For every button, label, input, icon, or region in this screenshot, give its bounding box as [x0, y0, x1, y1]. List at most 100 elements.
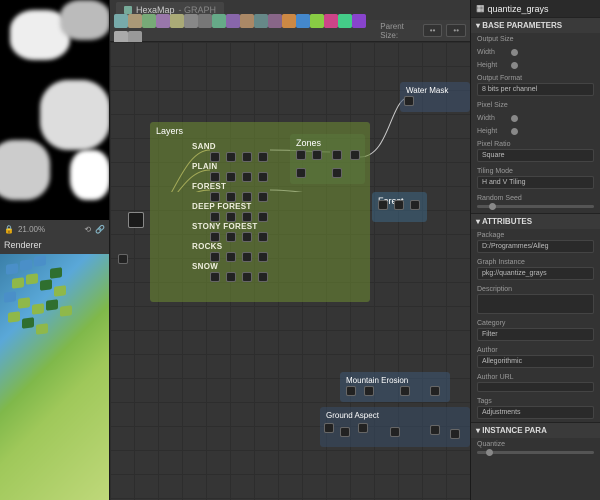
parent-size-y[interactable]: •• — [446, 24, 466, 37]
graph-node[interactable] — [430, 386, 440, 396]
graph-node[interactable] — [210, 172, 220, 182]
frame-water[interactable]: Water Mask — [400, 82, 470, 112]
graph-node[interactable] — [358, 423, 368, 433]
graph-node[interactable] — [242, 172, 252, 182]
graph-canvas[interactable]: Layers Zones Forest Water Mask Hight Der… — [110, 42, 470, 500]
graph-node[interactable] — [258, 212, 268, 222]
lock-icon[interactable]: 🔒 — [4, 225, 14, 234]
description-input[interactable] — [477, 294, 594, 314]
render-hex — [8, 311, 20, 323]
graph-node[interactable] — [258, 232, 268, 242]
author-value[interactable]: Allegorithmic — [477, 355, 594, 368]
tool-button-5[interactable] — [184, 14, 198, 28]
graph-node[interactable] — [332, 150, 342, 160]
graph-node[interactable] — [210, 152, 220, 162]
tool-button-8[interactable] — [226, 14, 240, 28]
hexmap-noise — [0, 0, 109, 220]
graph-node[interactable] — [242, 272, 252, 282]
graph-node[interactable] — [210, 272, 220, 282]
tool-button-11[interactable] — [268, 14, 282, 28]
tool-button-10[interactable] — [254, 14, 268, 28]
parent-size-x[interactable]: •• — [423, 24, 443, 37]
author-url-input[interactable] — [477, 382, 594, 392]
tool-button-17[interactable] — [352, 14, 366, 28]
graph-node[interactable] — [226, 272, 236, 282]
tool-button-12[interactable] — [282, 14, 296, 28]
section-base[interactable]: ▾ BASE PARAMETERS — [471, 17, 600, 33]
graph-node[interactable] — [226, 172, 236, 182]
prop-pixel-height: Height — [471, 125, 600, 138]
graph-node[interactable] — [364, 386, 374, 396]
graph-node[interactable] — [340, 427, 350, 437]
graph-node[interactable] — [242, 252, 252, 262]
tool-button-6[interactable] — [198, 14, 212, 28]
tool-button-7[interactable] — [212, 14, 226, 28]
graph-node[interactable] — [450, 429, 460, 439]
tool-button-15[interactable] — [324, 14, 338, 28]
frame-ground[interactable]: Ground Aspect — [320, 407, 470, 447]
frame-mountain[interactable]: Mountain Erosion — [340, 372, 450, 402]
graph-node[interactable] — [242, 152, 252, 162]
preview-2d[interactable] — [0, 0, 109, 220]
graph-node[interactable] — [210, 252, 220, 262]
graph-node[interactable] — [226, 232, 236, 242]
graph-node[interactable] — [258, 252, 268, 262]
reset-icon[interactable]: ⟲ — [84, 225, 91, 234]
app-root: 🔒 21.00% ⟲ 🔗 Renderer — [0, 0, 600, 500]
graph-node[interactable] — [296, 168, 306, 178]
tool-button-9[interactable] — [240, 14, 254, 28]
graph-node[interactable] — [226, 252, 236, 262]
graph-node[interactable] — [296, 150, 306, 160]
tiling-mode-select[interactable]: H and V Tiling — [477, 176, 594, 189]
preview-3d[interactable] — [0, 254, 109, 500]
graph-node[interactable] — [410, 200, 420, 210]
tags-value[interactable]: Adjustments — [477, 406, 594, 419]
graph-node[interactable] — [242, 232, 252, 242]
label: Package — [477, 232, 594, 239]
tool-button-4[interactable] — [170, 14, 184, 28]
tool-button-1[interactable] — [128, 14, 142, 28]
graph-node[interactable] — [312, 150, 322, 160]
tool-button-0[interactable] — [114, 14, 128, 28]
graph-node[interactable] — [324, 423, 334, 433]
section-attributes[interactable]: ▾ ATTRIBUTES — [471, 213, 600, 229]
section-instance[interactable]: ▾ INSTANCE PARA — [471, 422, 600, 438]
graph-node[interactable] — [346, 386, 356, 396]
label: Pixel Ratio — [477, 141, 594, 148]
graph-node[interactable] — [394, 200, 404, 210]
graph-node[interactable] — [400, 386, 410, 396]
graph-node[interactable] — [430, 425, 440, 435]
tool-button-2[interactable] — [142, 14, 156, 28]
root-node[interactable] — [128, 212, 144, 228]
graph-node[interactable] — [258, 152, 268, 162]
label: Random Seed — [477, 195, 594, 202]
graph-node[interactable] — [350, 150, 360, 160]
label: Tags — [477, 398, 594, 405]
tool-button-3[interactable] — [156, 14, 170, 28]
graph-node[interactable] — [378, 200, 388, 210]
tool-button-16[interactable] — [338, 14, 352, 28]
tool-button-13[interactable] — [296, 14, 310, 28]
graph-node[interactable] — [118, 254, 128, 264]
graph-node[interactable] — [210, 212, 220, 222]
tool-button-14[interactable] — [310, 14, 324, 28]
graph-node[interactable] — [226, 192, 236, 202]
graph-node[interactable] — [258, 172, 268, 182]
graph-node[interactable] — [226, 212, 236, 222]
graph-node[interactable] — [226, 152, 236, 162]
graph-node[interactable] — [210, 192, 220, 202]
quantize-slider[interactable] — [477, 451, 594, 454]
graph-node[interactable] — [210, 232, 220, 242]
graph-node[interactable] — [258, 192, 268, 202]
graph-node[interactable] — [258, 272, 268, 282]
graph-node[interactable] — [242, 212, 252, 222]
pixel-ratio-select[interactable]: Square — [477, 149, 594, 162]
graph-node[interactable] — [404, 96, 414, 106]
category-value[interactable]: Filter — [477, 328, 594, 341]
graph-node[interactable] — [242, 192, 252, 202]
graph-node[interactable] — [332, 168, 342, 178]
random-seed-slider[interactable] — [477, 205, 594, 208]
link-icon[interactable]: 🔗 — [95, 225, 105, 234]
graph-node[interactable] — [390, 427, 400, 437]
output-format-select[interactable]: 8 bits per channel — [477, 83, 594, 96]
